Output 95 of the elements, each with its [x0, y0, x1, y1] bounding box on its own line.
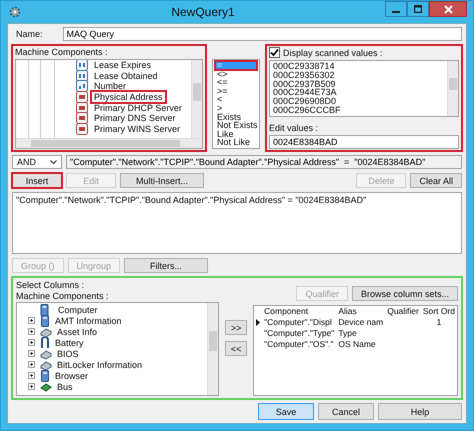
tree-item[interactable]: Primary DNS Server — [92, 113, 178, 124]
conjunction-dropdown[interactable]: AND — [12, 155, 62, 169]
value-item[interactable]: 000C2937B509 — [273, 80, 444, 88]
drive-icon — [40, 348, 52, 360]
horizontal-scrollbar[interactable] — [16, 138, 202, 148]
tree-item[interactable]: Lease Expires — [92, 60, 154, 70]
table-cell-text: "Computer"."OS"." — [263, 339, 335, 350]
tree-item[interactable]: Number — [92, 81, 128, 92]
dialog-button[interactable]: Cancel — [318, 403, 374, 420]
table-cell-text: OS Name — [337, 339, 377, 350]
criteria-button[interactable]: Clear All — [410, 173, 462, 188]
expand-icon[interactable] — [28, 372, 35, 379]
maximize-button[interactable] — [407, 1, 429, 17]
remove-column-button[interactable]: << — [225, 341, 248, 356]
value-item[interactable]: 000C296908D0 — [273, 97, 444, 106]
column-header[interactable]: Qualifier — [385, 306, 421, 317]
column-header[interactable]: Alias — [336, 306, 386, 317]
checkbox[interactable] — [269, 47, 280, 58]
scrollbar[interactable] — [207, 303, 218, 395]
machine-components-label: Machine Components : — [15, 47, 109, 57]
maximize-icon — [414, 5, 422, 13]
value-item[interactable]: 000C29338714 — [273, 62, 444, 71]
value-item[interactable]: 000C2944E73A — [273, 88, 444, 98]
operator-item[interactable]: Exists — [215, 112, 257, 122]
column-header[interactable]: Sort Ord — [420, 306, 457, 317]
criteria-button[interactable]: Multi-Insert... — [120, 173, 204, 188]
operator-item[interactable]: Not Exists — [215, 121, 257, 130]
tree-item[interactable]: Bus — [57, 382, 73, 392]
tree-item[interactable]: Battery — [55, 338, 84, 348]
tree-item[interactable]: Primary DHCP Server — [92, 102, 184, 113]
field-icon — [76, 122, 88, 135]
expand-icon[interactable] — [28, 361, 35, 368]
criteria-item[interactable]: "Computer"."Network"."TCPIP"."Bound Adapter"."Physical Address" = "0024E8384BAD" — [16, 195, 366, 205]
tree-item[interactable]: Physical Address — [92, 92, 165, 102]
gear-icon — [9, 6, 21, 18]
minimize-button[interactable] — [385, 1, 407, 17]
machine-components-label: Machine Components : — [16, 291, 110, 301]
tree-item[interactable]: Lease Obtained — [92, 70, 160, 81]
tree-item[interactable]: Computer — [58, 304, 98, 314]
table-cell-text: "Computer"."Displ — [263, 317, 333, 328]
drive-icon — [40, 358, 52, 370]
edit-values-label: Edit values : — [269, 123, 320, 133]
computer-icon — [40, 304, 49, 316]
close-icon — [444, 4, 452, 14]
checkbox-label: Display scanned values : — [283, 48, 383, 58]
computer-icon — [40, 370, 50, 382]
tree-item[interactable]: AMT Information — [55, 316, 122, 326]
edit-values-field[interactable]: 0024E8384BAD — [269, 135, 459, 149]
column-header[interactable]: Component — [262, 306, 336, 317]
operator-item[interactable]: <= — [215, 78, 257, 87]
name-field[interactable]: MAQ Query — [62, 27, 462, 41]
value-item[interactable]: 000C296CCCBF — [273, 106, 444, 115]
name-label: Name: — [16, 29, 43, 39]
scrollbar[interactable] — [191, 60, 202, 138]
table-cell: 1 — [436, 317, 442, 327]
field-icon — [76, 102, 88, 114]
operator-item[interactable]: Like — [215, 130, 257, 138]
operator-item[interactable]: >= — [215, 86, 257, 96]
expand-icon[interactable] — [28, 317, 35, 324]
table-cell-text: Device nam — [337, 317, 384, 328]
field-icon — [76, 70, 88, 82]
table-cell-text: "Computer"."Type" — [263, 328, 336, 339]
criteria-button[interactable]: Insert — [12, 173, 62, 188]
expression-field[interactable]: "Computer"."Network"."TCPIP"."Bound Adapter"."Physical Address" = "0024E8384BAD" — [66, 155, 462, 169]
current-row-icon — [256, 319, 260, 326]
drive-icon — [40, 326, 52, 338]
table-cell-text: Type — [337, 328, 358, 339]
operator-item[interactable]: > — [215, 104, 257, 113]
tree-item[interactable]: BIOS — [57, 348, 79, 358]
field-icon — [76, 80, 88, 92]
chevron-down-icon — [50, 160, 57, 164]
expand-icon[interactable] — [28, 350, 35, 357]
window-title: NewQuery1 — [170, 5, 236, 19]
tree-item[interactable]: Primary WINS Server — [92, 124, 182, 134]
field-icon — [76, 112, 88, 124]
scrollbar[interactable] — [447, 61, 458, 116]
add-column-button[interactable]: >> — [225, 320, 248, 335]
operator-item[interactable]: <> — [215, 70, 257, 78]
dialog-button[interactable]: Save — [258, 403, 314, 420]
group-button[interactable]: Filters... — [124, 258, 208, 273]
operator-item[interactable]: Not Like — [215, 138, 257, 147]
close-button[interactable] — [429, 1, 467, 17]
computer-icon — [40, 314, 50, 326]
browse-column-sets-button[interactable]: Browse column sets... — [352, 286, 458, 301]
tree-item[interactable]: Asset Info — [57, 326, 98, 336]
value-item[interactable]: 000C29356302 — [273, 70, 444, 80]
field-icon — [76, 91, 88, 104]
tree-item[interactable]: BitLocker Information — [57, 360, 142, 370]
expand-icon[interactable] — [28, 383, 35, 390]
tree-item[interactable]: Browser — [55, 370, 88, 380]
select-columns-label: Select Columns : — [16, 280, 86, 290]
expand-icon[interactable] — [28, 328, 35, 335]
dialog-button[interactable]: Help — [378, 403, 462, 420]
expand-icon[interactable] — [28, 339, 35, 346]
operator-item[interactable]: < — [215, 95, 257, 104]
